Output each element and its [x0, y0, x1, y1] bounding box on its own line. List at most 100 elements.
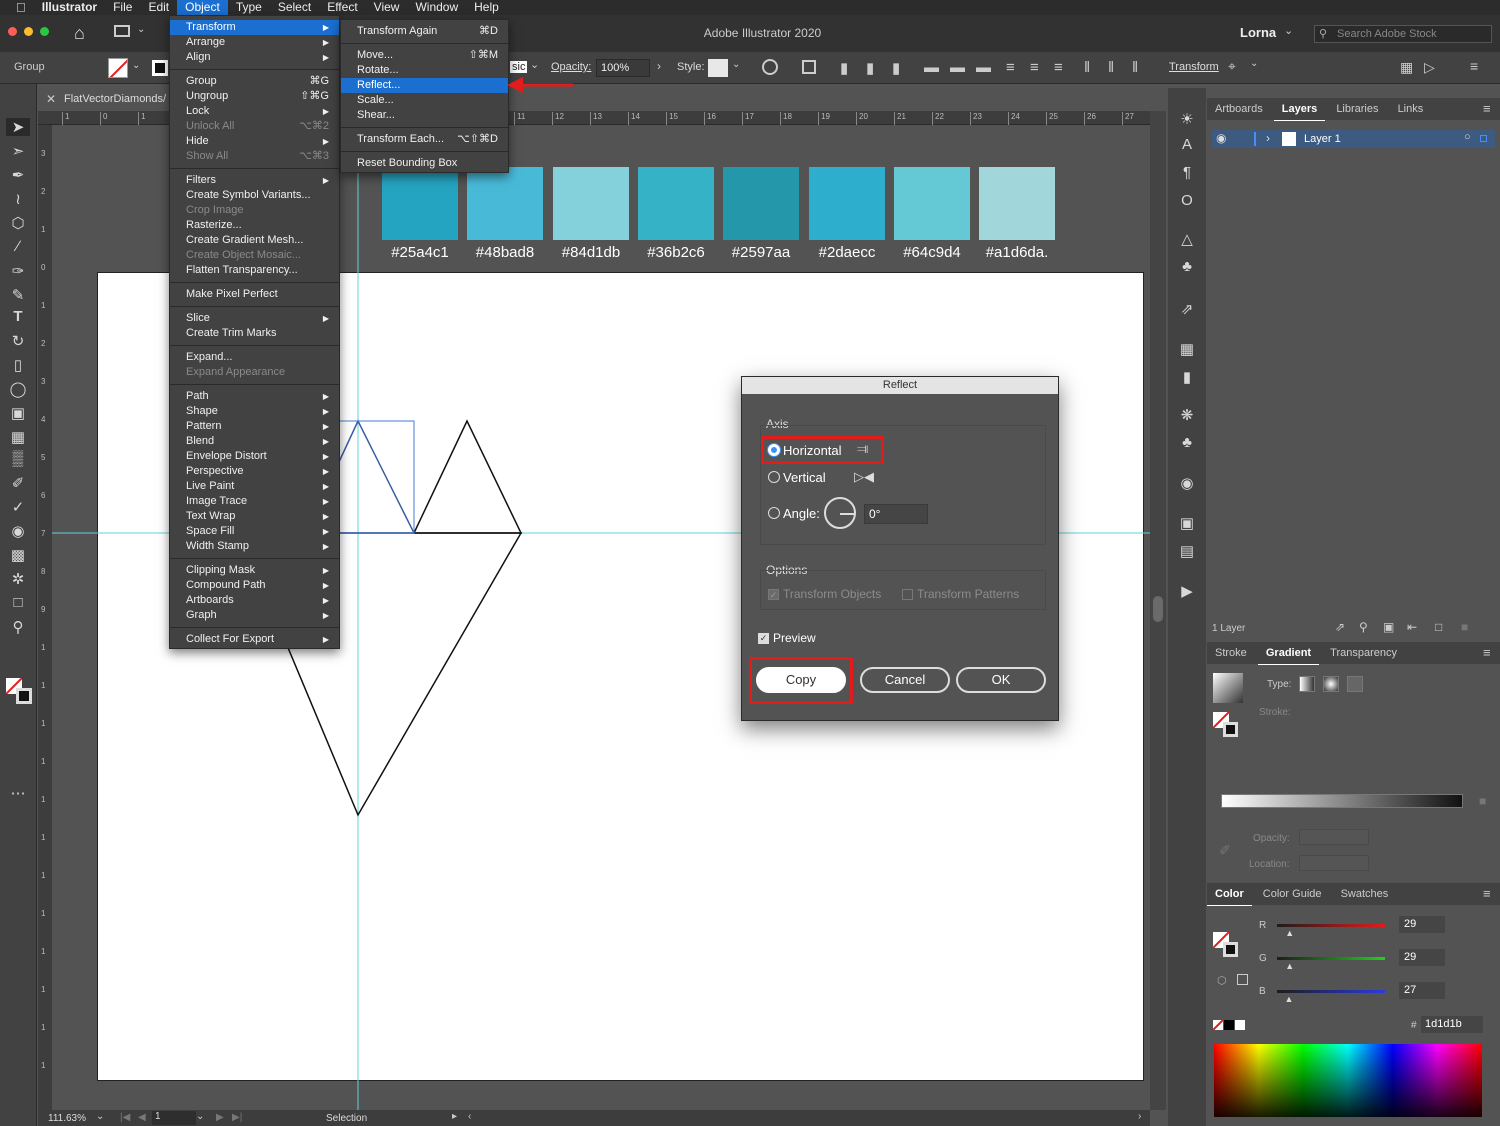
- eyedropper-tool-icon[interactable]: ✐: [6, 474, 30, 492]
- menu-object[interactable]: Object: [177, 0, 228, 15]
- transform-panel-icon[interactable]: ▦: [1175, 340, 1199, 358]
- hscroll-left-icon[interactable]: ‹: [468, 1111, 471, 1122]
- transform-objects-checkbox[interactable]: ✓: [768, 589, 779, 600]
- gradient-preview-swatch[interactable]: [1213, 673, 1243, 703]
- menu-window[interactable]: Window: [407, 0, 466, 15]
- pen-tool-icon[interactable]: ✒: [6, 166, 30, 184]
- none-swatch[interactable]: [1213, 1020, 1223, 1030]
- menu-file[interactable]: File: [105, 0, 140, 15]
- arrange-documents-icon[interactable]: ▦: [1400, 59, 1413, 76]
- distribute-center-icon[interactable]: ‖: [1108, 59, 1114, 76]
- gradient-opacity-field[interactable]: [1299, 829, 1369, 845]
- target-icon[interactable]: ○: [1464, 131, 1471, 143]
- object-menu-item-create-trim-marks[interactable]: Create Trim Marks: [170, 326, 339, 341]
- selected-art-indicator[interactable]: [1480, 135, 1487, 142]
- swatch-1[interactable]: [382, 167, 458, 240]
- rotate-tool-icon[interactable]: ↻: [6, 332, 30, 350]
- tab-links[interactable]: Links: [1390, 98, 1432, 120]
- vertical-ruler[interactable]: 3 2 1 0 1 2 3 4 5 6 7 8 9 1 1 1 1 1 1 1 1 1 1 1 1: [38, 125, 52, 1110]
- character-icon[interactable]: A: [1175, 136, 1199, 153]
- swatch-4[interactable]: [638, 167, 714, 240]
- layer-row[interactable]: ◉ › Layer 1 ○: [1212, 130, 1495, 148]
- swatch-2[interactable]: [467, 167, 543, 240]
- vertical-scrollbar[interactable]: [1150, 111, 1166, 1110]
- tab-libraries[interactable]: Libraries: [1328, 98, 1386, 120]
- preview-checkbox[interactable]: ✓: [758, 633, 769, 644]
- object-menu-item-artboards[interactable]: Artboards ▶: [170, 593, 339, 608]
- freeform-gradient-icon[interactable]: [1347, 676, 1363, 692]
- vertical-radio-label[interactable]: Vertical: [783, 470, 826, 485]
- menu-effect[interactable]: Effect: [319, 0, 365, 15]
- transform-menu-item-transform-again[interactable]: Transform Again ⌘D: [341, 24, 508, 39]
- object-menu-item-create-gradient-mesh[interactable]: Create Gradient Mesh...: [170, 233, 339, 248]
- appearance-icon[interactable]: ☀: [1175, 110, 1199, 128]
- object-menu-item-arrange[interactable]: Arrange ▶: [170, 35, 339, 50]
- tab-swatches[interactable]: Swatches: [1333, 883, 1397, 905]
- tab-color-guide[interactable]: Color Guide: [1255, 883, 1330, 905]
- symbol-sprayer-tool-icon[interactable]: ▩: [6, 546, 30, 564]
- white-swatch[interactable]: [1235, 1020, 1245, 1030]
- linear-gradient-icon[interactable]: [1299, 676, 1315, 692]
- align-center-icon[interactable]: ▮: [866, 59, 874, 77]
- diamond-right-triangle[interactable]: [412, 419, 523, 534]
- transform-menu-item-move[interactable]: Move... ⇧⌘M: [341, 48, 508, 63]
- object-menu-item-expand-appearance[interactable]: Expand Appearance: [170, 365, 339, 380]
- line-tool-icon[interactable]: ∕: [6, 238, 30, 255]
- artboard-chevron-icon[interactable]: ⌄: [196, 1111, 204, 1122]
- distribute-right-icon[interactable]: ‖: [1132, 59, 1138, 76]
- paintbrush-tool-icon[interactable]: ✑: [6, 262, 30, 280]
- transform-chevron-icon[interactable]: ⌄: [1250, 58, 1258, 69]
- object-menu-item-expand[interactable]: Expand...: [170, 350, 339, 365]
- graphic-styles-icon[interactable]: △: [1175, 230, 1199, 248]
- angle-radio[interactable]: [768, 507, 780, 519]
- symbols-icon[interactable]: ♣: [1175, 258, 1199, 275]
- angle-input[interactable]: 0°: [864, 504, 928, 524]
- opentype-icon[interactable]: O: [1175, 192, 1199, 209]
- brushes-icon[interactable]: ❋: [1175, 406, 1199, 424]
- gradient-eyedropper-icon[interactable]: ✐: [1219, 842, 1231, 859]
- stroke-swatch[interactable]: [152, 60, 168, 76]
- transform-menu-item-shear[interactable]: Shear...: [341, 108, 508, 123]
- distribute-top-icon[interactable]: ≡: [1006, 59, 1015, 76]
- tab-stroke[interactable]: Stroke: [1207, 642, 1255, 664]
- object-menu-item-image-trace[interactable]: Image Trace ▶: [170, 494, 339, 509]
- swatch-8[interactable]: [979, 167, 1055, 240]
- swatch-3[interactable]: [553, 167, 629, 240]
- new-layer-icon[interactable]: □: [1435, 620, 1442, 634]
- club-symbol-icon[interactable]: ♣: [1175, 434, 1199, 451]
- ok-button[interactable]: OK: [956, 667, 1046, 693]
- scroll-thumb[interactable]: [1153, 596, 1163, 622]
- object-menu-item-width-stamp[interactable]: Width Stamp ▶: [170, 539, 339, 554]
- object-menu-item-graph[interactable]: Graph ▶: [170, 608, 339, 623]
- menu-select[interactable]: Select: [270, 0, 319, 15]
- current-tool-label[interactable]: Selection: [326, 1113, 367, 1124]
- cancel-button[interactable]: Cancel: [860, 667, 950, 693]
- direct-selection-tool-icon[interactable]: ➣: [6, 142, 30, 160]
- hex-field[interactable]: 1d1d1b: [1421, 1016, 1483, 1033]
- hscroll-right-icon[interactable]: ›: [1138, 1111, 1141, 1122]
- close-tab-icon[interactable]: ✕: [46, 92, 56, 106]
- color-fill-stroke[interactable]: [1213, 932, 1239, 958]
- free-transform-tool-icon[interactable]: ▦: [6, 428, 30, 446]
- graph-tool-icon[interactable]: ▒: [6, 450, 30, 467]
- scale-tool-icon[interactable]: ▣: [6, 404, 30, 422]
- align-middle-icon[interactable]: ▬: [950, 59, 965, 76]
- red-slider[interactable]: [1277, 924, 1385, 927]
- opacity-label[interactable]: Opacity:: [551, 61, 591, 73]
- object-menu-item-envelope-distort[interactable]: Envelope Distort ▶: [170, 449, 339, 464]
- artboard-tool-icon[interactable]: □: [6, 594, 30, 611]
- transform-menu-item-transform-each[interactable]: Transform Each... ⌥⇧⌘D: [341, 132, 508, 147]
- green-slider[interactable]: [1277, 957, 1385, 960]
- object-menu-item-slice[interactable]: Slice ▶: [170, 311, 339, 326]
- tab-layers[interactable]: Layers: [1273, 98, 1326, 121]
- black-swatch[interactable]: [1224, 1020, 1234, 1030]
- menu-help[interactable]: Help: [466, 0, 507, 15]
- transform-menu-item-reset-bounding-box[interactable]: Reset Bounding Box: [341, 156, 508, 171]
- distribute-middle-icon[interactable]: ≡: [1030, 59, 1039, 76]
- angle-dial[interactable]: [824, 497, 856, 529]
- distribute-bottom-icon[interactable]: ≡: [1054, 59, 1063, 76]
- opacity-field[interactable]: 100%: [596, 59, 650, 77]
- distribute-left-icon[interactable]: ‖: [1084, 59, 1090, 76]
- paragraph-icon[interactable]: ¶: [1175, 164, 1199, 181]
- object-menu-item-pattern[interactable]: Pattern ▶: [170, 419, 339, 434]
